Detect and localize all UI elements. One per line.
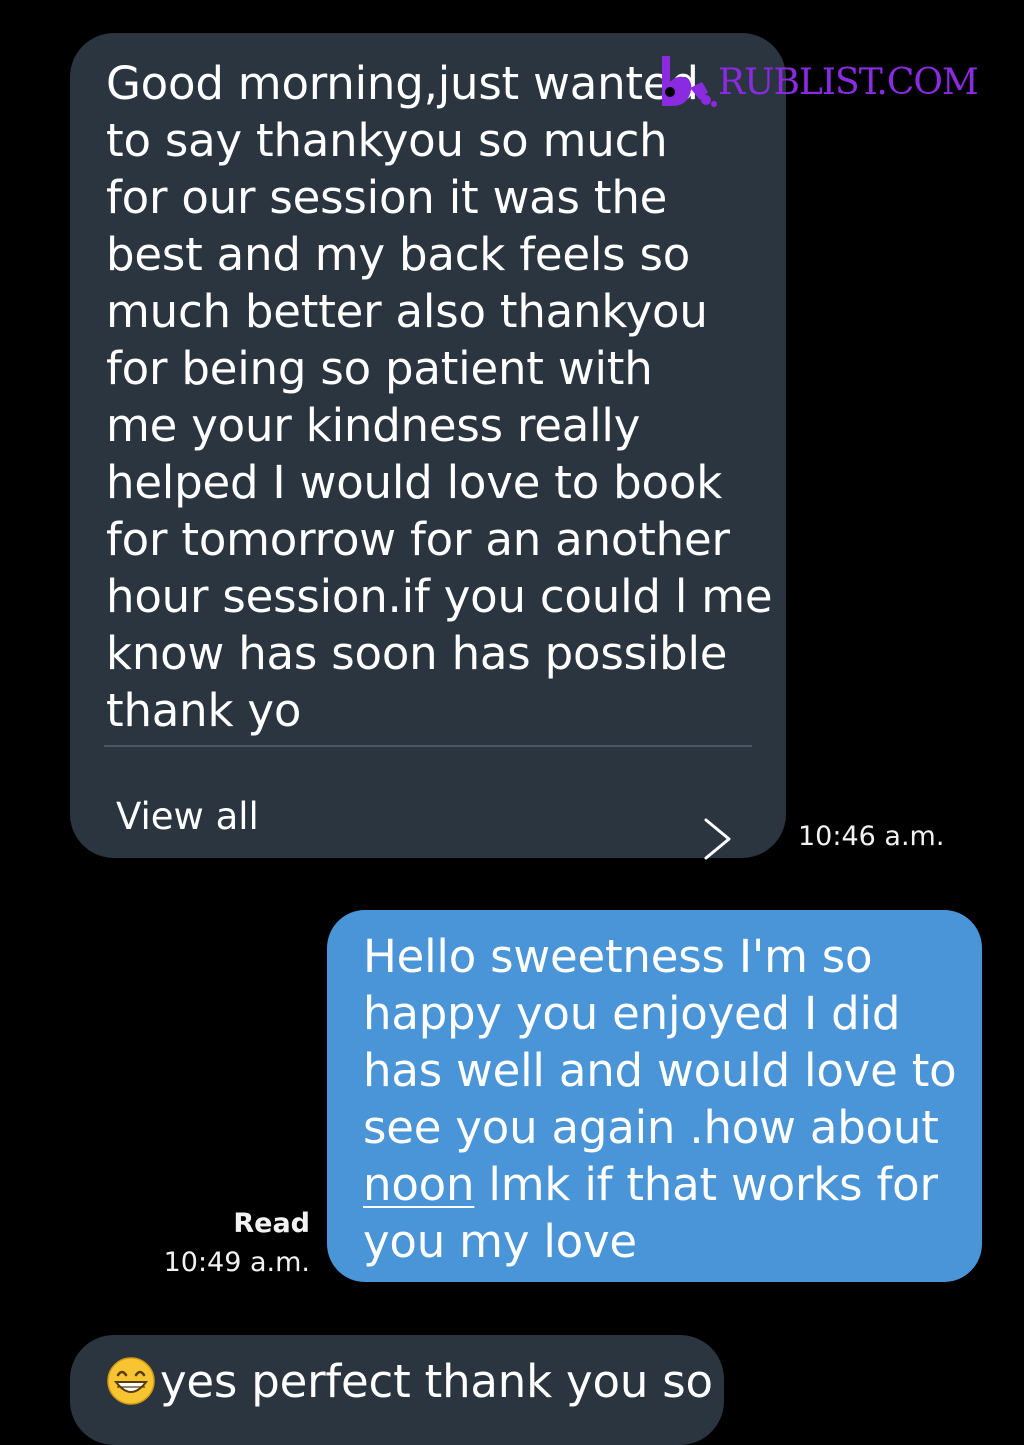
message-line: has well and would love to: [363, 1044, 957, 1097]
message-timestamp: 10:49 a.m.: [163, 1247, 310, 1278]
message-line: yes perfect thank you so: [106, 1353, 713, 1410]
message-text: yes perfect thank you so: [160, 1355, 713, 1408]
message-line: to say thankyou so much: [106, 114, 668, 167]
view-all-label: View all: [116, 795, 259, 838]
message-line: hour session.if you could l me: [106, 570, 773, 623]
message-line: you my love: [363, 1215, 637, 1268]
message-line-rest: lmk if that works for: [474, 1158, 938, 1211]
message-line: for our session it was the: [106, 171, 668, 224]
message-line: happy you enjoyed I did: [363, 987, 901, 1040]
chevron-right-icon: [704, 818, 731, 860]
message-line: Good morning,just wanted: [106, 57, 699, 110]
message-line: Hello sweetness I'm so: [363, 930, 873, 983]
watermark: RUBLIST.COM: [656, 52, 979, 112]
message-line: me your kindness really: [106, 399, 641, 452]
message-line: know has soon has possible: [106, 627, 728, 680]
time-suggestion-link[interactable]: noon: [363, 1158, 475, 1211]
view-all-button[interactable]: View all: [70, 747, 786, 860]
grinning-face-icon: [107, 1357, 155, 1405]
message-timestamp: 10:46 a.m.: [798, 821, 945, 852]
watermark-logo-icon: [662, 56, 717, 107]
message-line: for being so patient with: [106, 342, 653, 395]
incoming-message-bubble[interactable]: Good morning,just wanted to say thankyou…: [70, 33, 786, 860]
message-line: thank yo: [106, 684, 302, 737]
message-line: helped I would love to book: [106, 456, 723, 509]
message-line: much better also thankyou: [106, 285, 708, 338]
watermark-text: RUBLIST.COM: [718, 62, 979, 103]
message-line: for tomorrow for an another: [106, 513, 730, 566]
message-line: best and my back feels so: [106, 228, 691, 281]
incoming-message-bubble[interactable]: yes perfect thank you so: [70, 1335, 724, 1445]
message-line: noon lmk if that works for: [363, 1156, 938, 1213]
read-receipt: Read: [233, 1208, 310, 1239]
outgoing-message-bubble[interactable]: Hello sweetness I'm so happy you enjoyed…: [327, 910, 982, 1282]
message-line: see you again .how about: [363, 1101, 939, 1154]
